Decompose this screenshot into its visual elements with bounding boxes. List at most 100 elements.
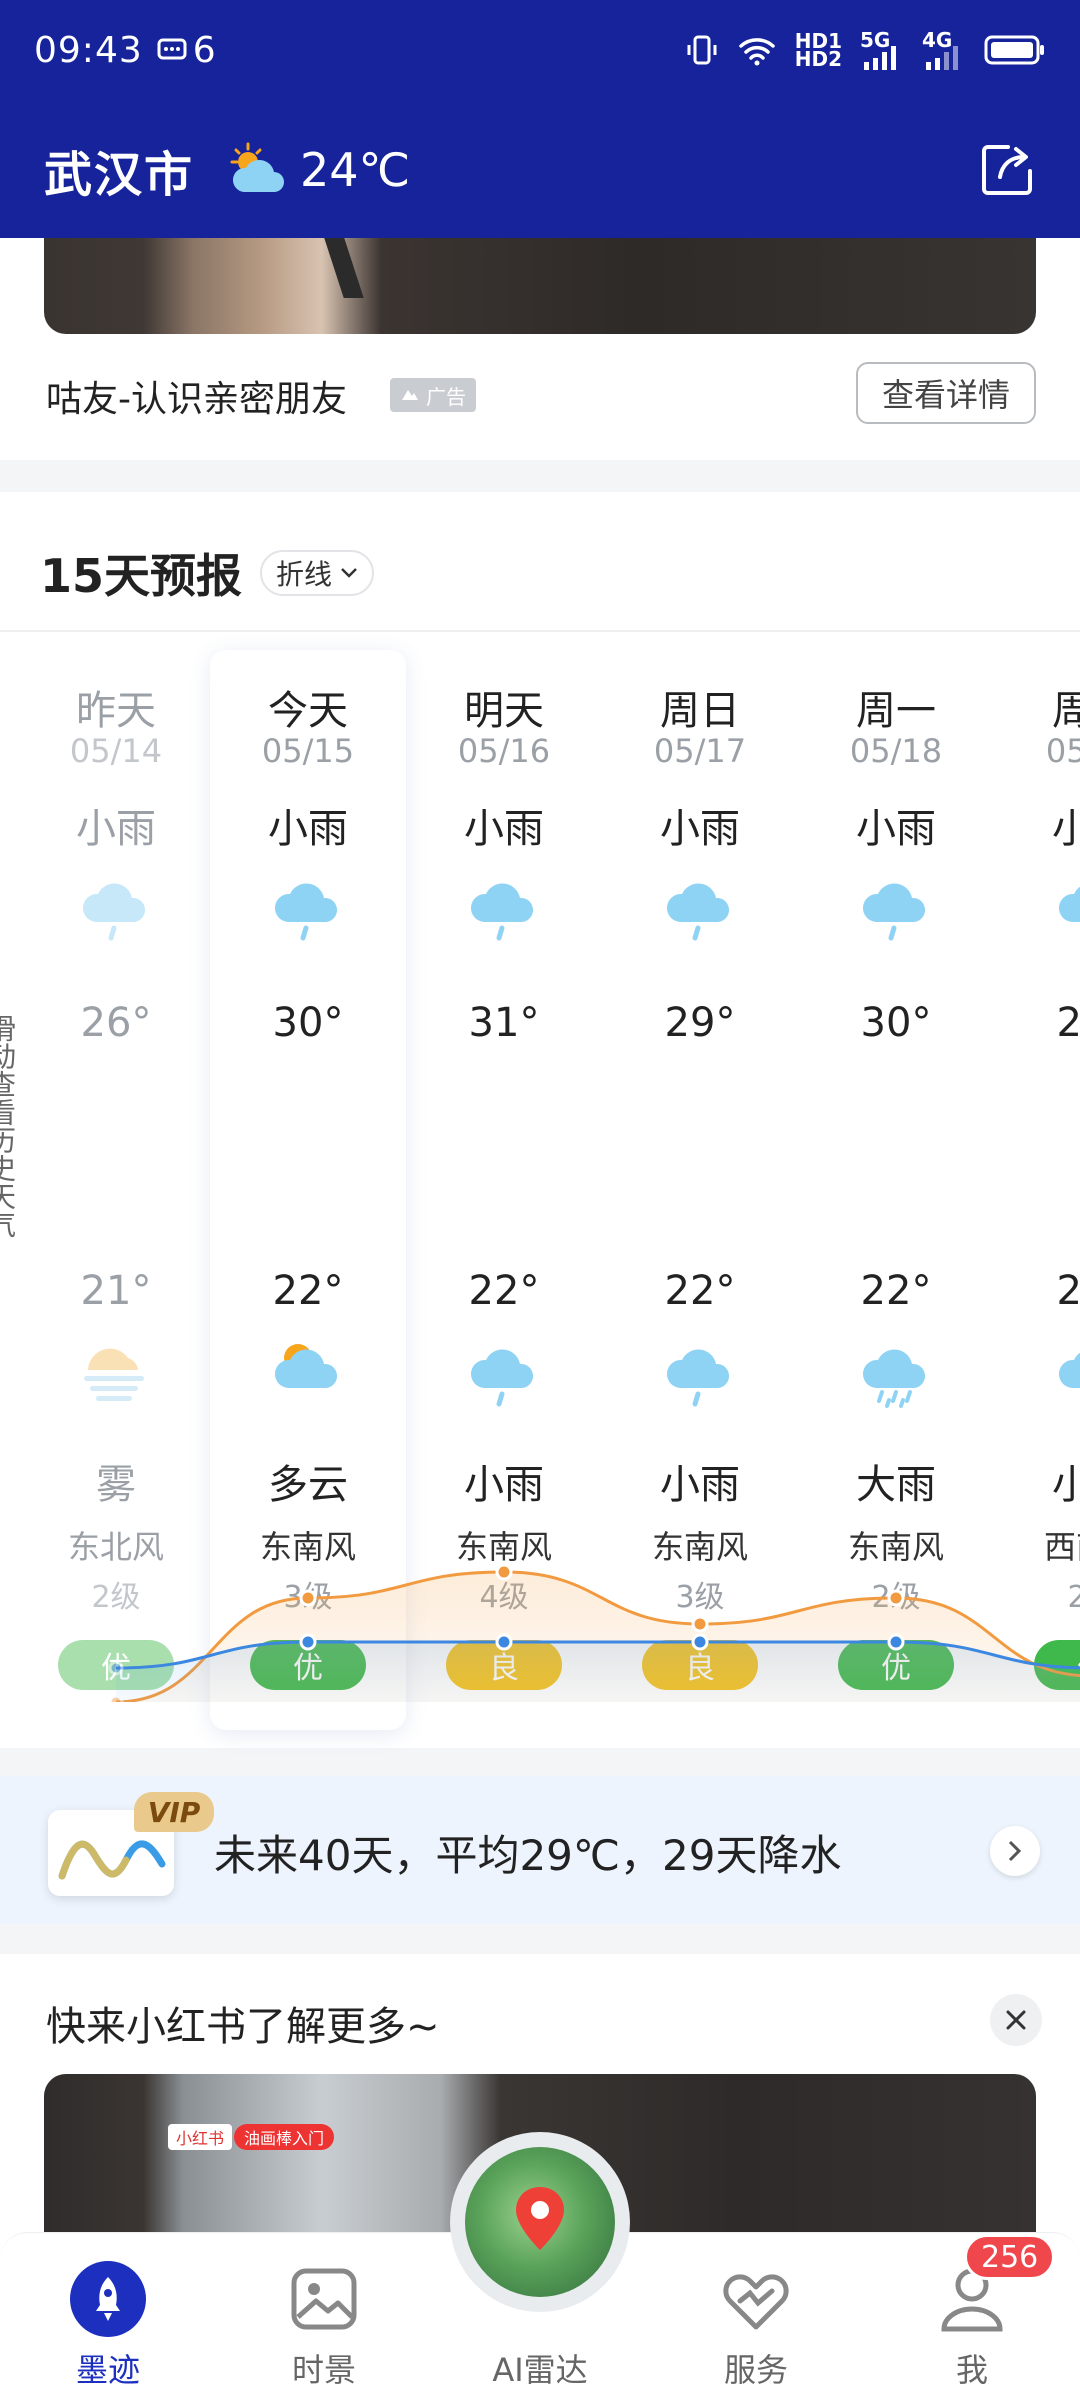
nav-label: AI雷达 xyxy=(492,2351,588,2389)
chart-mode-dropdown[interactable]: 折线 xyxy=(260,550,375,596)
date-label: 05/15 xyxy=(261,732,355,770)
high-temp-label: 30° xyxy=(860,1000,932,1046)
high-temp-line-point xyxy=(299,1589,317,1607)
ad-tag-label: 广告 xyxy=(426,384,466,409)
low-temp-label: 22° xyxy=(272,1268,344,1314)
vip-40day-banner[interactable]: VIP 未来40天，平均29℃，29天降水 xyxy=(0,1776,1080,1924)
low-temp-label: 21° xyxy=(1056,1268,1080,1314)
nav-label: 服务 xyxy=(723,2351,788,2389)
forecast-title: 15天预报 xyxy=(40,549,243,603)
radar-map-icon xyxy=(465,2147,615,2297)
date-label: 05/18 xyxy=(849,732,943,770)
low-temp-label: 22° xyxy=(664,1268,736,1314)
signal-bars-icon xyxy=(926,46,958,70)
status-icons: HD1 HD2 5G 4G xyxy=(685,28,1046,71)
picture-icon xyxy=(286,2261,362,2337)
low-temp-label: 22° xyxy=(468,1268,540,1314)
nav-label: 时景 xyxy=(291,2351,356,2389)
ad-title[interactable]: 咕友-认识亲密朋友 xyxy=(46,370,347,422)
hd-indicator: HD1 HD2 xyxy=(794,31,842,71)
high-temp-label: 29° xyxy=(664,1000,736,1046)
battery-icon xyxy=(984,35,1044,65)
high-temp-label: 31° xyxy=(468,1000,540,1046)
current-temperature: 24℃ xyxy=(300,143,411,197)
chevron-down-icon xyxy=(341,568,357,578)
view-details-button[interactable]: 查看详情 xyxy=(856,362,1036,424)
city-name[interactable]: 武汉市 xyxy=(44,135,194,205)
high-temp-line-point xyxy=(495,1563,513,1581)
rocket-icon xyxy=(70,2261,146,2337)
day-weather-label: 小雨 xyxy=(856,806,936,852)
high-temp-label: 30° xyxy=(272,1000,344,1046)
temperature-line-chart xyxy=(108,1563,1080,1702)
day-label: 周一 xyxy=(856,688,936,734)
message-indicator: 6 xyxy=(157,30,216,71)
ad-image[interactable] xyxy=(44,238,1036,334)
day-label: 昨天 xyxy=(76,688,156,734)
close-icon[interactable] xyxy=(990,1994,1042,2046)
forecast-card: 15天预报 折线 滑动查看历史天气 昨天05/14小雨26°21°雾东北风2级优… xyxy=(0,492,1080,1748)
low-temp-line-point xyxy=(887,1633,905,1651)
nav-label: 墨迹 xyxy=(75,2351,140,2389)
status-bar: 09:43 6 HD1 HD2 5G 4G xyxy=(0,0,1080,100)
signal-4g: 4G xyxy=(922,28,966,70)
chevron-right-icon[interactable] xyxy=(990,1826,1040,1876)
low-temp-label: 22° xyxy=(860,1268,932,1314)
vip-badge: VIP xyxy=(134,1792,214,1832)
low-temp-line-area xyxy=(116,1642,1080,1702)
high-temp-label: 27° xyxy=(1056,1000,1080,1046)
high-temp-label: 26° xyxy=(80,1000,152,1046)
partly-cloudy-icon xyxy=(228,142,288,198)
nav-item-rocket[interactable]: 墨迹 xyxy=(0,2233,216,2400)
ad-mark-icon xyxy=(402,390,418,400)
share-icon[interactable] xyxy=(978,141,1036,199)
day-weather-label: 小雨 xyxy=(268,806,348,852)
hd2-label: HD2 xyxy=(794,47,842,71)
day-label: 今天 xyxy=(268,688,348,734)
xiaohongshu-title[interactable]: 快来小红书了解更多~ xyxy=(46,1994,440,2052)
rain-icon xyxy=(462,864,546,941)
date-label: 05/19 xyxy=(1045,732,1080,770)
day-label: 明天 xyxy=(464,688,544,734)
day-weather-label: 小雨 xyxy=(76,806,156,852)
date-label: 05/14 xyxy=(69,732,163,770)
low-temp-label: 21° xyxy=(80,1268,152,1314)
wifi-icon xyxy=(738,38,775,66)
nav-item-picture[interactable]: 时景 xyxy=(216,2233,432,2400)
day-label: 周二 xyxy=(1052,688,1080,734)
notification-badge: 256 xyxy=(964,2234,1056,2280)
rain-icon xyxy=(266,864,350,941)
day-weather-label: 小雨 xyxy=(1052,806,1080,852)
vip-summary-text[interactable]: 未来40天，平均29℃，29天降水 xyxy=(214,1822,842,1883)
heart-icon xyxy=(718,2261,794,2337)
nav-item-heart[interactable]: 服务 xyxy=(648,2233,864,2400)
day-weather-label: 小雨 xyxy=(660,806,740,852)
top-bar: 09:43 6 HD1 HD2 5G 4G 武汉市 24℃ xyxy=(0,0,1080,238)
ad-card[interactable]: 咕友-认识亲密朋友 广告 查看详情 xyxy=(0,238,1080,460)
day-label: 周日 xyxy=(660,688,740,734)
chart-mode-label: 折线 xyxy=(276,558,333,591)
date-label: 05/16 xyxy=(457,732,551,770)
high-temp-line-point xyxy=(691,1615,709,1633)
message-icon xyxy=(157,38,187,60)
xiaohongshu-logo-label: 小红书 xyxy=(168,2124,233,2150)
low-temp-line-point xyxy=(299,1633,317,1651)
forecast-header: 15天预报 折线 xyxy=(40,540,375,606)
weather-app-screen: 09:43 6 HD1 HD2 5G 4G 武汉市 24℃ 咕友-认识亲密朋友 … xyxy=(0,0,1080,2400)
rain-icon xyxy=(658,864,742,941)
low-temp-line-point xyxy=(495,1633,513,1651)
message-count: 6 xyxy=(192,29,216,71)
low-temp-line-point xyxy=(691,1633,709,1651)
status-time: 09:43 xyxy=(34,29,143,71)
low-temp-line-point xyxy=(108,1660,124,1676)
day-weather-label: 小雨 xyxy=(464,806,544,852)
nav-label: 我 xyxy=(955,2351,988,2389)
signal-5g: 5G xyxy=(860,28,904,70)
rain-icon xyxy=(74,864,158,941)
location-header: 武汉市 24℃ xyxy=(0,120,1080,220)
vibrate-icon xyxy=(687,35,717,65)
ai-radar-button[interactable] xyxy=(450,2132,630,2312)
high-temp-line-point xyxy=(887,1589,905,1607)
ad-tag: 广告 xyxy=(390,378,476,412)
rain-icon xyxy=(854,864,938,941)
